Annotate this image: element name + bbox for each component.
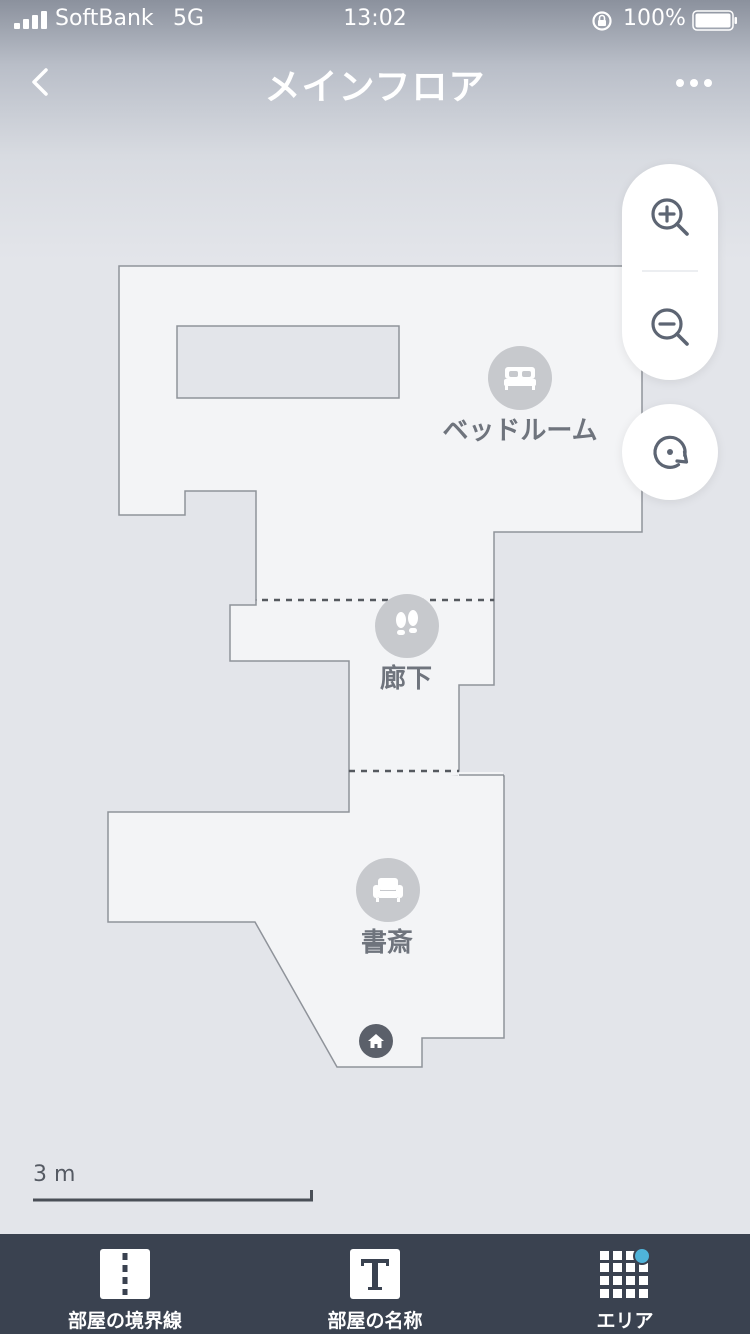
room-name-tool[interactable]: 部屋の名称 — [250, 1234, 500, 1334]
rotate-map-button[interactable] — [622, 404, 718, 500]
rotate-icon — [653, 435, 689, 469]
zoom-controls — [622, 164, 718, 380]
tool-label-room-divider: 部屋の境界線 — [67, 1310, 182, 1332]
battery-icon — [692, 10, 737, 31]
scale-bar — [33, 1190, 313, 1202]
room-divider-tool[interactable]: 部屋の境界線 — [0, 1234, 250, 1334]
status-bar: SoftBank 5G 13:02 100% — [0, 0, 750, 40]
room-label-bedroom[interactable]: ベッドルーム — [420, 410, 620, 447]
zoom-out-icon — [651, 308, 689, 346]
text-icon — [350, 1249, 400, 1299]
rotation-lock-icon — [592, 11, 612, 31]
tool-label-area: エリア — [596, 1310, 654, 1332]
divider-icon — [100, 1249, 150, 1299]
bed-icon[interactable] — [488, 346, 552, 410]
grid-icon — [600, 1249, 650, 1298]
zoom-in-button[interactable] — [622, 164, 718, 270]
area-tool[interactable]: エリア — [500, 1234, 750, 1334]
zoom-in-icon — [651, 198, 689, 236]
navigation-bar: メインフロア — [0, 48, 750, 114]
armchair-icon[interactable] — [356, 858, 420, 922]
battery-percent: 100% — [623, 6, 686, 31]
room-label-hallway[interactable]: 廊下 — [356, 658, 456, 695]
footprints-icon[interactable] — [375, 594, 439, 658]
ellipsis-icon — [676, 79, 712, 87]
area-badge — [633, 1249, 650, 1265]
room-study-area — [107, 770, 505, 1068]
page-title: メインフロア — [264, 67, 486, 108]
zoom-out-button[interactable] — [622, 274, 718, 380]
home-icon[interactable] — [359, 1024, 393, 1058]
more-options-button[interactable] — [672, 68, 716, 98]
bottom-toolbar: 部屋の境界線 部屋の名称 エリア — [0, 1234, 750, 1334]
scale-label: 3 m — [33, 1162, 76, 1187]
zoom-divider — [642, 270, 698, 272]
tool-label-room-name: 部屋の名称 — [327, 1310, 423, 1332]
room-label-study[interactable]: 書斎 — [337, 922, 437, 959]
furniture-obstacle — [176, 325, 400, 399]
